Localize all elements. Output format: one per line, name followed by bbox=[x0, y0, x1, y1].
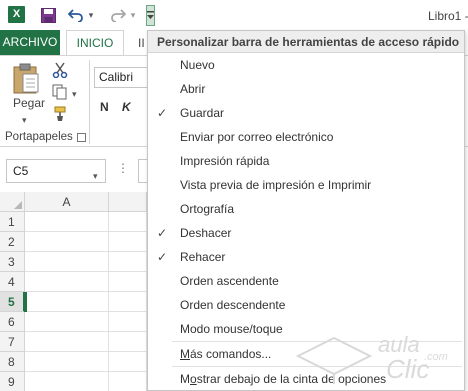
group-separator bbox=[89, 60, 90, 144]
cell[interactable] bbox=[109, 312, 147, 332]
check-icon: ✓ bbox=[157, 226, 168, 240]
cell[interactable] bbox=[109, 372, 147, 391]
workbook-title: Libro1 - bbox=[428, 9, 468, 23]
customize-dropdown-icon bbox=[147, 10, 154, 19]
cell[interactable] bbox=[25, 292, 109, 312]
tab-file[interactable]: ARCHIVO bbox=[0, 30, 60, 55]
row-header[interactable]: 4 bbox=[0, 272, 25, 292]
tab-home[interactable]: INICIO bbox=[66, 30, 124, 55]
cell[interactable] bbox=[109, 252, 147, 272]
excel-logo-icon[interactable]: X bbox=[8, 6, 25, 23]
cell[interactable] bbox=[109, 292, 147, 312]
redo-icon bbox=[111, 9, 126, 22]
customize-qat-button[interactable] bbox=[146, 5, 155, 26]
menu-item-email[interactable]: Enviar por correo electrónico bbox=[148, 125, 464, 149]
row-header[interactable]: 9 bbox=[0, 372, 25, 391]
name-box[interactable]: C5 bbox=[6, 159, 106, 183]
tab-insert[interactable]: II bbox=[138, 36, 145, 50]
select-all-button[interactable] bbox=[0, 192, 25, 212]
cell[interactable] bbox=[109, 272, 147, 292]
redo-dropdown-icon[interactable]: ▾ bbox=[128, 5, 138, 25]
cell[interactable] bbox=[25, 352, 109, 372]
copy-dropdown-icon[interactable]: ▾ bbox=[72, 86, 77, 100]
italic-button[interactable]: K bbox=[122, 100, 131, 114]
row-header-active[interactable]: 5 bbox=[0, 292, 25, 312]
paste-icon[interactable] bbox=[12, 62, 40, 94]
cell[interactable] bbox=[109, 232, 147, 252]
undo-icon bbox=[68, 9, 83, 22]
menu-item-quick-print[interactable]: Impresión rápida bbox=[148, 149, 464, 173]
redo-button[interactable] bbox=[108, 5, 128, 25]
save-icon bbox=[40, 7, 56, 23]
menu-item-nuevo[interactable]: Nuevo bbox=[148, 53, 464, 77]
font-name-combobox[interactable]: Calibri bbox=[94, 67, 154, 88]
row-header[interactable]: 7 bbox=[0, 332, 25, 352]
cell[interactable] bbox=[109, 352, 147, 372]
clipboard-group-label: Portapapeles bbox=[5, 131, 73, 143]
menu-item-abrir[interactable]: Abrir bbox=[148, 77, 464, 101]
cell[interactable] bbox=[25, 252, 109, 272]
cell[interactable] bbox=[25, 272, 109, 292]
row-header[interactable]: 8 bbox=[0, 352, 25, 372]
copy-icon[interactable] bbox=[52, 84, 68, 100]
menu-item-redo[interactable]: ✓ Rehacer bbox=[148, 245, 464, 269]
cell[interactable] bbox=[25, 332, 109, 352]
cell[interactable] bbox=[25, 312, 109, 332]
paste-button[interactable]: Pegar bbox=[13, 96, 45, 110]
clipboard-launcher-icon[interactable] bbox=[77, 133, 86, 142]
paste-dropdown-icon[interactable]: ▾ bbox=[22, 112, 27, 126]
row-header[interactable]: 1 bbox=[0, 212, 25, 232]
title-bar: X ▾ ▾ Libro1 - bbox=[0, 0, 468, 30]
cell[interactable] bbox=[25, 232, 109, 252]
menu-item-more-commands[interactable]: Más comandos... bbox=[148, 342, 464, 366]
save-button[interactable] bbox=[38, 5, 58, 25]
column-header-a[interactable]: A bbox=[25, 192, 109, 212]
name-box-dropdown-icon[interactable]: ▾ bbox=[93, 168, 98, 182]
select-all-triangle-icon bbox=[14, 201, 22, 209]
menu-item-guardar[interactable]: ✓ Guardar bbox=[148, 101, 464, 125]
menu-item-sort-ascending[interactable]: Orden ascendente bbox=[148, 269, 464, 293]
active-cell-indicator bbox=[24, 292, 27, 312]
menu-item-spelling[interactable]: Ortografía bbox=[148, 197, 464, 221]
menu-item-touch-mode[interactable]: Modo mouse/toque bbox=[148, 317, 464, 341]
menu-item-undo[interactable]: ✓ Deshacer bbox=[148, 221, 464, 245]
menu-title: Personalizar barra de herramientas de ac… bbox=[148, 31, 464, 53]
undo-button[interactable] bbox=[66, 5, 86, 25]
row-header[interactable]: 2 bbox=[0, 232, 25, 252]
cell[interactable] bbox=[109, 332, 147, 352]
bold-button[interactable]: N bbox=[100, 100, 109, 114]
cell[interactable] bbox=[109, 212, 147, 232]
formula-bar-grip-icon[interactable]: ⋮ bbox=[117, 161, 130, 175]
menu-item-sort-descending[interactable]: Orden descendente bbox=[148, 293, 464, 317]
menu-item-show-below-ribbon[interactable]: Mostrar debajo de la cinta de opciones bbox=[148, 367, 464, 391]
undo-dropdown-icon[interactable]: ▾ bbox=[86, 5, 96, 25]
customize-qat-menu: Personalizar barra de herramientas de ac… bbox=[147, 30, 465, 391]
check-icon: ✓ bbox=[157, 106, 168, 120]
row-header[interactable]: 3 bbox=[0, 252, 25, 272]
check-icon: ✓ bbox=[157, 250, 168, 264]
format-painter-icon[interactable] bbox=[52, 106, 68, 122]
column-header-b[interactable] bbox=[109, 192, 147, 212]
cell[interactable] bbox=[25, 212, 109, 232]
cut-icon[interactable] bbox=[52, 62, 68, 79]
cell[interactable] bbox=[25, 372, 109, 391]
menu-item-print-preview[interactable]: Vista previa de impresión e Imprimir bbox=[148, 173, 464, 197]
row-header[interactable]: 6 bbox=[0, 312, 25, 332]
